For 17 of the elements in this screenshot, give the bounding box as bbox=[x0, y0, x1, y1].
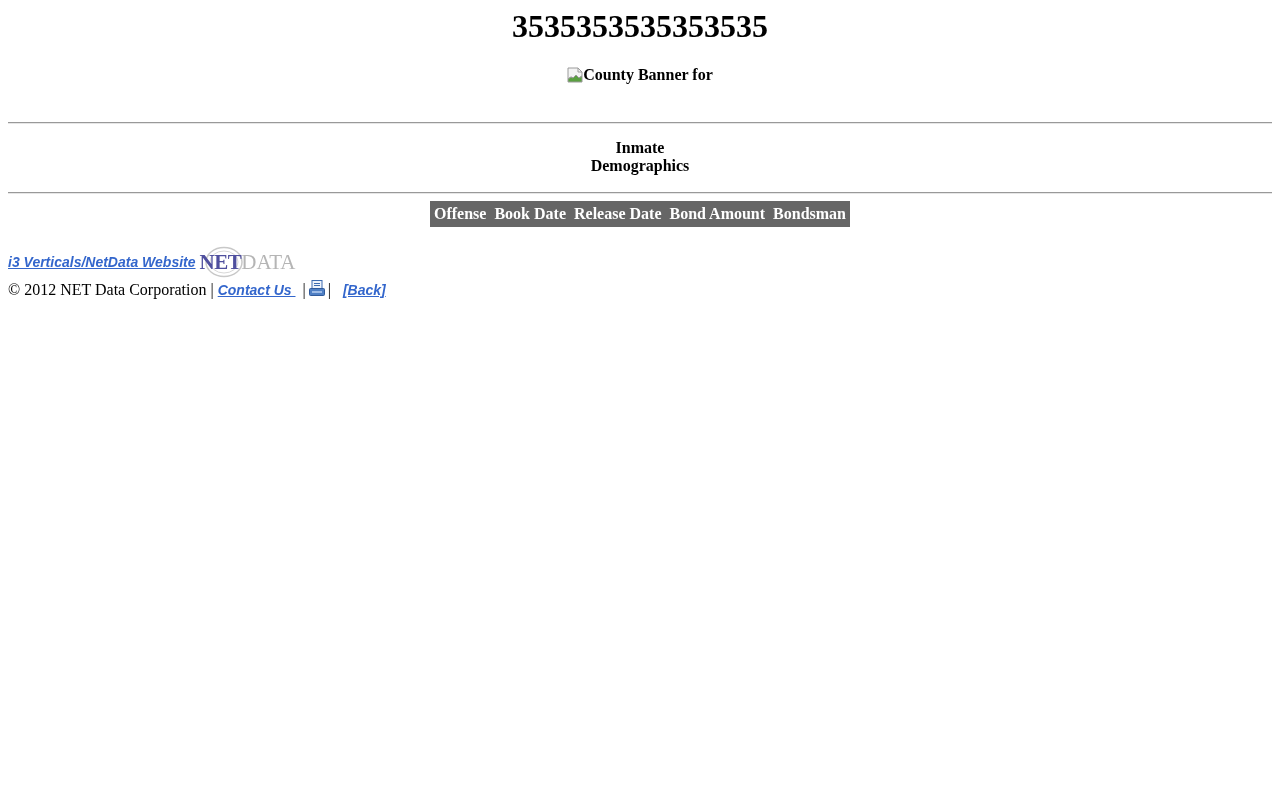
column-header: Offense bbox=[433, 204, 488, 224]
contact-link[interactable]: Contact Us bbox=[217, 281, 296, 299]
banner-image-alt-text: County Banner for bbox=[567, 66, 713, 84]
separator: | bbox=[327, 281, 331, 299]
column-header: Release Date bbox=[573, 204, 663, 224]
netdata-logo[interactable]: NETDATA bbox=[199, 246, 294, 278]
column-header: Book Date bbox=[493, 204, 567, 224]
back-link[interactable]: [Back] bbox=[342, 281, 386, 299]
website-link[interactable]: i3 Verticals/NetData Website bbox=[8, 251, 196, 273]
broken-image-icon bbox=[567, 67, 584, 83]
column-header: Bondsman bbox=[772, 204, 847, 224]
copyright-text: © 2012 NET Data Corporation | bbox=[8, 281, 214, 299]
section-heading: Inmate Demographics bbox=[590, 139, 690, 175]
column-header: Bond Amount bbox=[668, 204, 767, 224]
separator: | bbox=[302, 281, 306, 299]
page-title: 3535353535353535 bbox=[511, 8, 769, 45]
printer-icon[interactable] bbox=[308, 280, 325, 296]
